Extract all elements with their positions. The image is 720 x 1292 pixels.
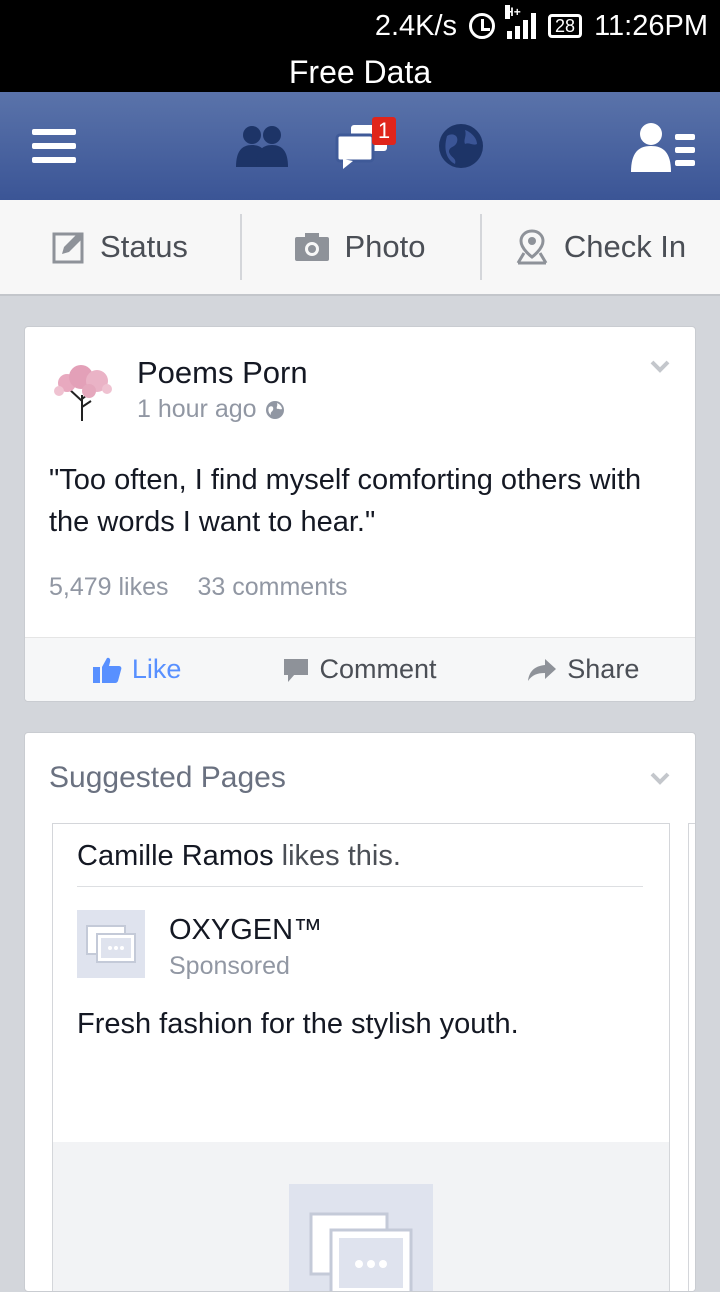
status-bar: 2.4K/s H+ 28 11:26PM Free Data (0, 0, 720, 92)
post-time-text: 1 hour ago (137, 395, 257, 423)
menu-icon[interactable] (28, 92, 80, 200)
suggested-page-item-next[interactable]: 2 C a t (688, 823, 695, 1291)
messages-badge: 1 (372, 117, 396, 145)
checkin-label: Check In (563, 229, 687, 264)
ad-description: Fresh fashion for the stylish youth. (77, 1008, 519, 1040)
friend-requests-icon[interactable] (232, 92, 292, 200)
signal-type: H+ (505, 5, 521, 19)
chevron-down-icon[interactable] (649, 355, 671, 377)
liker-name[interactable]: Camille Ramos (77, 840, 274, 872)
share-arrow-icon (528, 658, 557, 681)
data-banner: Free Data (288, 54, 432, 90)
share-label: Share (567, 654, 640, 684)
suggested-page-item[interactable]: Camille Ramos likes this. OXYGEN™ Sponso… (52, 823, 670, 1291)
advertiser-thumbnail[interactable] (77, 910, 145, 978)
clock: 11:26PM (594, 9, 708, 42)
post-timestamp: 1 hour ago (137, 395, 285, 424)
share-button[interactable]: Share (472, 638, 695, 701)
post-text: "Too often, I find myself comforting oth… (49, 464, 642, 538)
page-placeholder-icon (86, 925, 136, 963)
like-label: Like (131, 654, 182, 684)
image-placeholder-icon (289, 1184, 433, 1291)
post-actions: Like Comment Share (25, 637, 695, 701)
suggested-pages-card: Suggested Pages Camille Ramos likes this… (24, 732, 696, 1292)
advertiser-name[interactable]: OXYGEN™ (169, 914, 322, 947)
top-nav-bar (0, 92, 720, 200)
network-speed: 2.4K/s (374, 9, 458, 42)
composer-bar: Status Photo Check In (0, 200, 720, 296)
social-context: Camille Ramos likes this. (77, 840, 401, 873)
photo-label: Photo (344, 229, 426, 264)
ad-image[interactable] (53, 1142, 669, 1291)
page-avatar[interactable] (47, 355, 119, 427)
status-label: Status (100, 229, 188, 264)
comment-label: Comment (319, 654, 437, 684)
notifications-globe-icon[interactable] (432, 92, 490, 200)
divider (77, 886, 643, 887)
suggested-pages-title: Suggested Pages (49, 761, 286, 794)
battery-icon: 28 (548, 14, 583, 38)
public-globe-icon (265, 400, 284, 419)
liker-suffix: likes this. (273, 840, 401, 872)
like-button[interactable]: Like (25, 638, 248, 701)
checkin-button[interactable]: Check In (480, 200, 720, 294)
sponsored-label: Sponsored (169, 952, 290, 980)
photo-button[interactable]: Photo (240, 200, 480, 294)
alarm-icon (469, 13, 496, 39)
post-card: Poems Porn 1 hour ago "Too often, I find… (24, 326, 696, 702)
comment-button[interactable]: Comment (248, 638, 471, 701)
chevron-down-icon[interactable] (649, 767, 671, 789)
post-stats: 5,479 likes 33 comments (49, 573, 348, 602)
page-name[interactable]: Poems Porn (137, 355, 308, 391)
status-button[interactable]: Status (0, 200, 240, 294)
status-bar-right: 2.4K/s H+ 28 11:26PM (363, 5, 708, 44)
thumbs-up-icon (92, 657, 122, 683)
comment-icon (284, 658, 309, 682)
messages-icon[interactable] (330, 92, 396, 200)
camera-icon (295, 233, 330, 261)
likes-count[interactable]: 5,479 likes (49, 573, 169, 601)
profile-menu-icon[interactable] (628, 92, 700, 200)
comments-count[interactable]: 33 comments (197, 573, 347, 601)
location-pin-icon (516, 229, 548, 265)
signal-icon: H+ (505, 5, 537, 39)
edit-icon (52, 232, 84, 264)
